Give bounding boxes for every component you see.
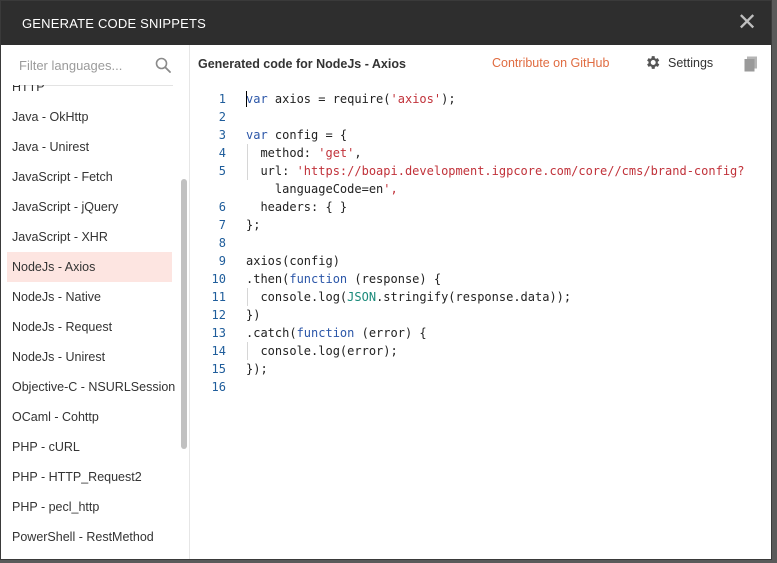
code-panel-title: Generated code for NodeJs - Axios	[198, 57, 406, 71]
code-text: method: 'get',	[246, 146, 362, 160]
code-text: };	[246, 218, 261, 232]
filter-languages-input[interactable]	[19, 57, 139, 73]
indent-guide	[247, 144, 248, 180]
language-item[interactable]: Java - Unirest	[7, 132, 172, 162]
code-text: headers: { }	[246, 200, 348, 214]
line-number: 8	[218, 236, 226, 250]
language-item[interactable]: Objective-C - NSURLSession	[7, 372, 175, 402]
search-icon[interactable]	[155, 57, 171, 73]
language-item[interactable]: Java - OkHttp	[7, 102, 172, 132]
language-item[interactable]: NodeJs - Unirest	[7, 342, 172, 372]
language-item[interactable]: PHP - pecl_http	[7, 492, 172, 522]
language-item[interactable]: OCaml - Cohttp	[7, 402, 172, 432]
modal-header: GENERATE CODE SNIPPETS ✕	[1, 1, 771, 45]
language-item[interactable]: HTTP	[7, 85, 172, 102]
sidebar-scrollbar[interactable]	[181, 179, 187, 449]
copy-icon[interactable]	[744, 56, 758, 72]
line-number: 3	[218, 128, 226, 142]
line-number: 7	[218, 218, 226, 232]
language-item[interactable]: JavaScript - XHR	[7, 222, 172, 252]
indent-guide	[247, 342, 248, 360]
code-text: var axios = require('axios');	[246, 92, 456, 106]
line-number: 13	[211, 326, 226, 340]
code-panel: Generated code for NodeJs - Axios Contri…	[190, 45, 771, 559]
code-text: });	[246, 362, 268, 376]
language-item[interactable]: PowerShell - RestMethod	[7, 522, 172, 552]
line-number: 12	[211, 308, 226, 322]
settings-button[interactable]: Settings	[644, 54, 713, 71]
language-item[interactable]: PHP - cURL	[7, 432, 172, 462]
line-number: 10	[211, 272, 226, 286]
line-number: 15	[211, 362, 226, 376]
filter-row	[19, 45, 173, 86]
language-item[interactable]: JavaScript - Fetch	[7, 162, 172, 192]
line-number: 16	[211, 380, 226, 394]
code-text: .catch(function (error) {	[246, 326, 427, 340]
language-item[interactable]: NodeJs - Axios	[7, 252, 172, 282]
code-text: axios(config)	[246, 254, 340, 268]
language-item[interactable]: PHP - HTTP_Request2	[7, 462, 172, 492]
language-list-viewport: HTTP Java - OkHttp Java - Unirest JavaScrip…	[1, 85, 189, 559]
close-icon[interactable]: ✕	[737, 11, 757, 35]
language-list: HTTP Java - OkHttp Java - Unirest JavaScrip…	[7, 85, 175, 552]
code-text: console.log(error);	[246, 344, 398, 358]
line-number: 6	[218, 200, 226, 214]
contribute-github-link[interactable]: Contribute on GitHub	[492, 56, 609, 70]
code-editor[interactable]: 1 var axios = require('axios'); 2 3 var conf…	[190, 83, 771, 559]
language-item[interactable]: NodeJs - Native	[7, 282, 172, 312]
code-text: .then(function (response) {	[246, 272, 442, 286]
language-item[interactable]: JavaScript - jQuery	[7, 192, 172, 222]
modal-body: HTTPJava - OkHttpJava - UnirestJavaScrip…	[1, 45, 771, 559]
code-text: console.log(JSON.stringify(response.data…	[246, 290, 572, 304]
line-number: 1	[218, 92, 226, 106]
modal-title: GENERATE CODE SNIPPETS	[22, 15, 207, 31]
language-item[interactable]: NodeJs - Request	[7, 312, 172, 342]
indent-guide	[247, 288, 248, 306]
gear-icon	[647, 56, 660, 69]
settings-label: Settings	[668, 55, 714, 70]
generate-code-modal: GENERATE CODE SNIPPETS ✕ HTTPJava - OkHt…	[0, 0, 772, 560]
code-text: url: 'https://boapi.development.igpcore.…	[246, 164, 745, 178]
text-cursor	[246, 91, 247, 107]
line-number: 14	[211, 344, 226, 358]
code-text: var config = {	[246, 128, 348, 142]
line-number: 11	[211, 290, 226, 304]
code-text: languageCode=en',	[246, 182, 398, 196]
language-sidebar: HTTPJava - OkHttpJava - UnirestJavaScrip…	[1, 45, 190, 559]
line-number: 2	[218, 110, 226, 124]
code-text: })	[246, 308, 261, 322]
line-number: 9	[218, 254, 226, 268]
line-number: 4	[218, 146, 226, 160]
line-number: 5	[218, 164, 226, 178]
